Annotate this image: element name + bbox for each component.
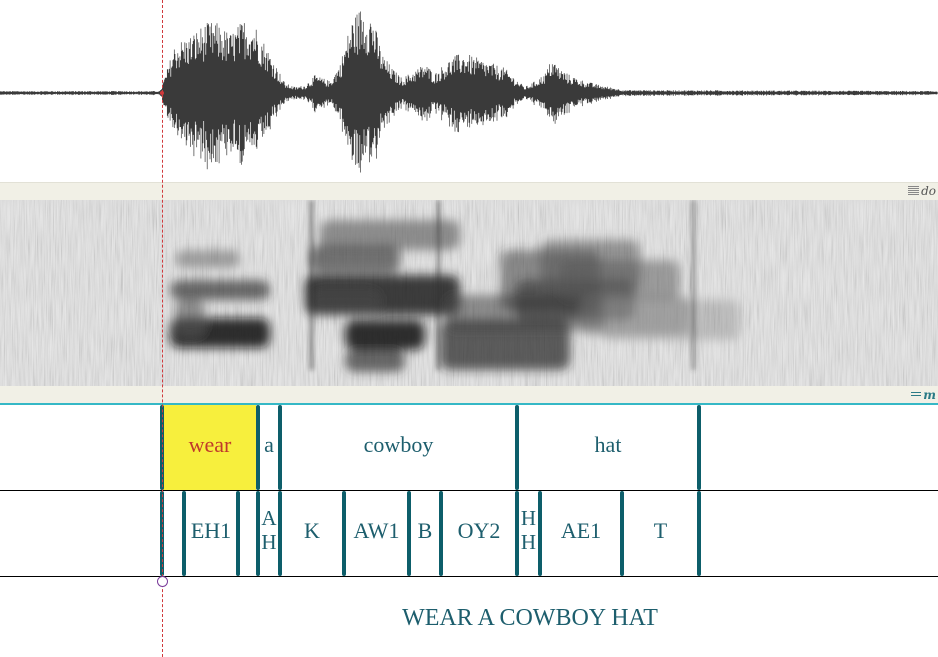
spectrogram-tag[interactable]: do (908, 184, 936, 198)
waveform-trace (0, 11, 938, 173)
formant-band (175, 300, 205, 336)
grip-icon (911, 392, 922, 398)
word-tier[interactable] (0, 405, 938, 490)
spectral-transient (310, 200, 313, 370)
formant-band (345, 350, 405, 372)
formant-band (175, 250, 240, 268)
spectrogram-panel[interactable] (0, 200, 938, 386)
grip-icon (908, 186, 920, 196)
formant-band (170, 280, 270, 300)
tier-separator (0, 576, 938, 577)
cursor-handle[interactable] (157, 576, 168, 587)
word-selection-highlight (163, 405, 256, 490)
phone-tier[interactable] (0, 491, 938, 576)
waveform-panel[interactable] (0, 0, 938, 182)
tiers-tag[interactable]: m (911, 388, 936, 402)
formant-band (345, 320, 425, 350)
tiers-header: m (0, 386, 938, 403)
playback-cursor[interactable] (162, 0, 163, 657)
spectral-transient (692, 200, 695, 370)
spectrogram-header: do (0, 182, 938, 201)
formant-band (600, 300, 740, 340)
spectral-transient (437, 200, 440, 370)
sentence-label[interactable]: WEAR A COWBOY HAT (402, 605, 658, 632)
formant-band (560, 260, 680, 300)
formant-band (310, 290, 380, 314)
